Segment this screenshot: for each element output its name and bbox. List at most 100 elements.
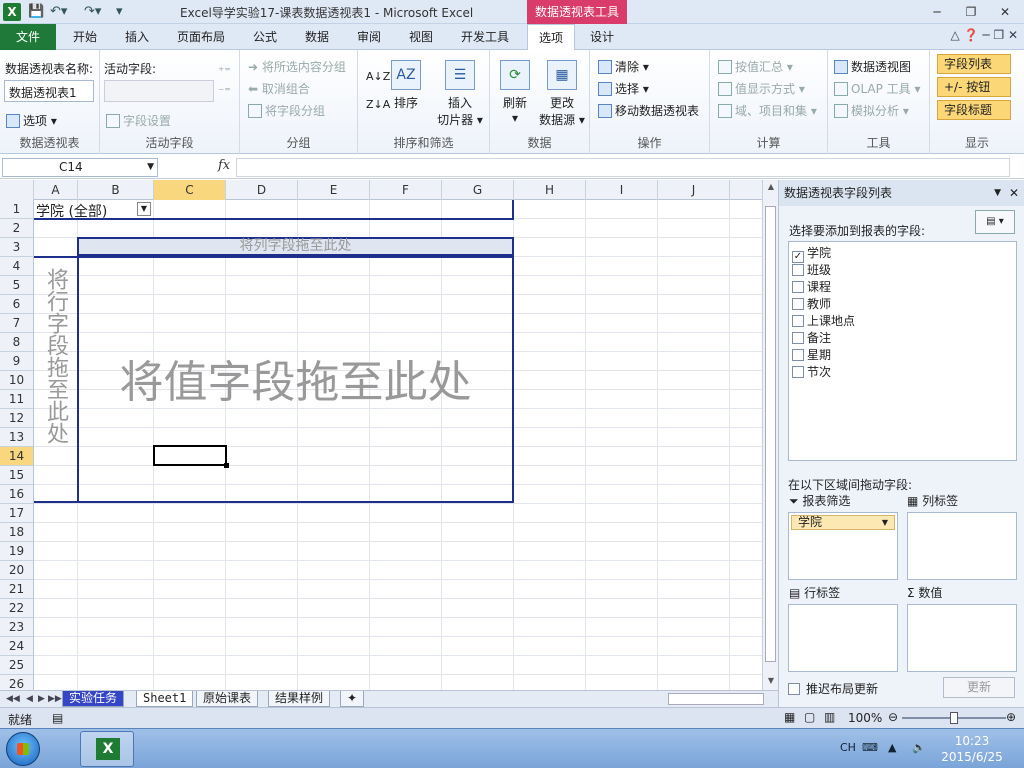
chip-dropdown-icon[interactable]: ▼ <box>882 516 888 529</box>
field-list-toggle[interactable]: 字段列表 <box>937 54 1011 74</box>
minimize-icon[interactable]: ─ <box>924 2 950 22</box>
options-button[interactable]: 选项 ▾ <box>6 112 57 129</box>
field-item-period[interactable]: 节次 <box>792 363 831 380</box>
row-header-4[interactable]: 4 <box>0 257 34 276</box>
scroll-up-icon[interactable]: ▲ <box>765 182 777 191</box>
row-header-19[interactable]: 19 <box>0 542 34 561</box>
row-header-8[interactable]: 8 <box>0 333 34 352</box>
page-break-view-icon[interactable]: ▥ <box>824 710 835 724</box>
vertical-scroll-thumb[interactable] <box>765 206 776 662</box>
row-header-23[interactable]: 23 <box>0 618 34 637</box>
sheet-tab-sheet1[interactable]: Sheet1 <box>136 691 194 707</box>
field-settings-button[interactable]: 字段设置 <box>106 112 171 129</box>
field-checkbox[interactable] <box>792 349 804 361</box>
insert-function-icon[interactable]: fx <box>218 158 230 173</box>
collapse-field-icon[interactable]: ⁻⁼ <box>218 84 231 98</box>
zoom-out-icon[interactable]: ⊖ <box>888 710 898 724</box>
row-header-16[interactable]: 16 <box>0 485 34 504</box>
clear-button[interactable]: 清除 ▾ <box>598 58 649 75</box>
pane-close-icon[interactable]: ✕ <box>1009 180 1019 206</box>
layout-options-button[interactable]: ▤ ▾ <box>975 210 1015 234</box>
undo-icon[interactable]: ↶▾ <box>50 3 67 21</box>
tab-design[interactable]: 设计 <box>578 24 626 50</box>
tab-options[interactable]: 选项 <box>527 24 575 51</box>
pivot-chart-button[interactable]: 数据透视图 <box>834 58 911 75</box>
zoom-slider-knob[interactable] <box>950 712 958 724</box>
ribbon-help-icons[interactable]: △ ❓ ─ ❐ ✕ <box>951 28 1018 42</box>
row-header-5[interactable]: 5 <box>0 276 34 295</box>
tab-page-layout[interactable]: 页面布局 <box>164 24 238 50</box>
tab-view[interactable]: 视图 <box>396 24 446 50</box>
row-header-9[interactable]: 9 <box>0 352 34 371</box>
row-header-18[interactable]: 18 <box>0 523 34 542</box>
field-checkbox[interactable] <box>792 298 804 310</box>
col-header-f[interactable]: F <box>370 180 442 200</box>
row-header-25[interactable]: 25 <box>0 656 34 675</box>
restore-icon[interactable]: ❐ <box>958 2 984 22</box>
normal-view-icon[interactable]: ▦ <box>784 710 795 724</box>
name-box[interactable]: C14 ▼ <box>2 158 158 177</box>
redo-icon[interactable]: ↷▾ <box>84 3 101 21</box>
row-header-15[interactable]: 15 <box>0 466 34 485</box>
col-header-e[interactable]: E <box>298 180 370 200</box>
tab-data[interactable]: 数据 <box>292 24 342 50</box>
col-header-c[interactable]: C <box>154 180 226 200</box>
close-icon[interactable]: ✕ <box>992 2 1018 22</box>
row-header-3[interactable]: 3 <box>0 238 34 257</box>
field-checkbox[interactable] <box>792 264 804 276</box>
field-item-teacher[interactable]: 教师 <box>792 295 831 312</box>
row-header-10[interactable]: 10 <box>0 371 34 390</box>
start-button[interactable] <box>6 732 40 766</box>
sheet-tab-task[interactable]: 实验任务 <box>62 691 125 707</box>
active-field-input[interactable] <box>104 80 214 102</box>
sheet-tab-sample[interactable]: 结果样例 <box>268 691 331 707</box>
tab-file[interactable]: 文件 <box>0 24 56 50</box>
sheet-nav-first-icon[interactable]: ◀◀ <box>6 691 20 707</box>
horizontal-scrollbar[interactable] <box>668 693 764 705</box>
change-source-button[interactable]: ▦ 更改 数据源 ▾ <box>538 60 586 128</box>
sheet-nav-last-icon[interactable]: ▶▶ <box>48 691 62 707</box>
move-pivot-button[interactable]: 移动数据透视表 <box>598 102 699 119</box>
row-labels-area[interactable] <box>788 604 898 672</box>
defer-update-checkbox[interactable]: 推迟布局更新 <box>788 680 878 697</box>
select-button[interactable]: 选择 ▾ <box>598 80 649 97</box>
scroll-down-icon[interactable]: ▼ <box>765 676 777 685</box>
row-header-21[interactable]: 21 <box>0 580 34 599</box>
col-header-j[interactable]: J <box>658 180 730 200</box>
col-header-i[interactable]: I <box>586 180 658 200</box>
filter-dropdown-icon[interactable]: ▼ <box>137 202 151 216</box>
tab-review[interactable]: 审阅 <box>344 24 394 50</box>
values-area[interactable] <box>907 604 1017 672</box>
macro-record-icon[interactable]: ▤ <box>52 711 63 725</box>
group-field-button[interactable]: 将字段分组 <box>248 102 325 119</box>
excel-app-icon[interactable]: X <box>3 3 21 21</box>
field-checkbox[interactable] <box>792 315 804 327</box>
zoom-in-icon[interactable]: ⊕ <box>1006 710 1016 724</box>
keyboard-icon[interactable]: ⌨ <box>862 741 878 754</box>
col-header-h[interactable]: H <box>514 180 586 200</box>
filter-chip-college[interactable]: 学院 ▼ <box>791 515 895 530</box>
worksheet-grid[interactable]: A B C D E F G H I J 1 2 3 4 5 6 7 8 9 10 11 12 13 14 1… <box>0 180 762 690</box>
expand-field-icon[interactable]: ⁺⁼ <box>218 64 231 78</box>
row-header-26[interactable]: 26 <box>0 675 34 690</box>
row-header-13[interactable]: 13 <box>0 428 34 447</box>
field-checkbox[interactable] <box>792 366 804 378</box>
formula-input[interactable] <box>236 158 1010 177</box>
row-header-14[interactable]: 14 <box>0 447 34 466</box>
what-if-button[interactable]: 模拟分析 ▾ <box>834 102 909 119</box>
olap-tools-button[interactable]: OLAP 工具 ▾ <box>834 80 921 97</box>
field-item-class[interactable]: 班级 <box>792 261 831 278</box>
col-header-d[interactable]: D <box>226 180 298 200</box>
field-item-location[interactable]: 上课地点 <box>792 312 855 329</box>
tab-insert[interactable]: 插入 <box>112 24 162 50</box>
row-header-2[interactable]: 2 <box>0 219 34 238</box>
row-header-12[interactable]: 12 <box>0 409 34 428</box>
vertical-scrollbar[interactable]: ▲ ▼ <box>762 180 778 690</box>
customize-qat-icon[interactable]: ▾ <box>116 3 123 21</box>
tab-home[interactable]: 开始 <box>60 24 110 50</box>
sort-za-icon[interactable]: Z↓A <box>366 98 390 111</box>
zoom-level[interactable]: 100% <box>848 711 882 725</box>
row-header-11[interactable]: 11 <box>0 390 34 409</box>
fields-items-sets-button[interactable]: 域、项目和集 ▾ <box>718 102 817 119</box>
field-item-weekday[interactable]: 星期 <box>792 346 831 363</box>
